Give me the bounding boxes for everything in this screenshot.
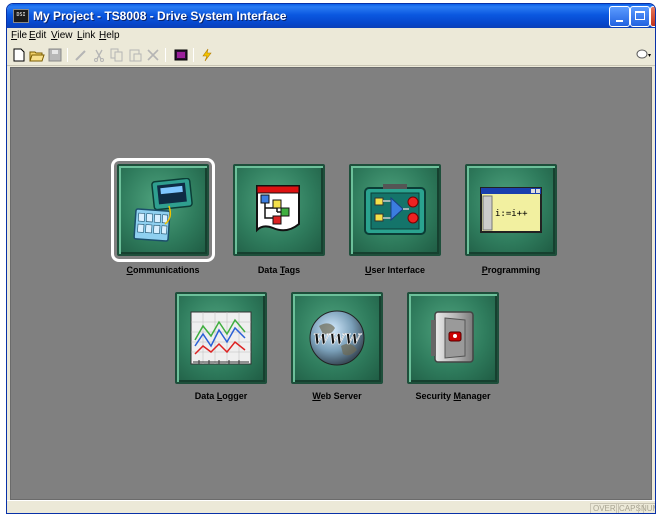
web-server-mnemonic: W bbox=[312, 391, 321, 401]
data-logger-tile[interactable] bbox=[175, 292, 267, 384]
workspace: Communications Data Tags User Interface … bbox=[10, 67, 652, 500]
user-interface-icon bbox=[364, 184, 426, 235]
new-icon bbox=[13, 48, 25, 62]
data-tags-label[interactable]: Data Tags bbox=[214, 265, 344, 275]
status-bar: OVER CAPS NUM bbox=[7, 500, 655, 513]
security-manager-mnemonic: M bbox=[453, 391, 462, 401]
comment-button[interactable] bbox=[635, 47, 653, 63]
status-num: NUM bbox=[638, 503, 655, 513]
save-icon bbox=[48, 48, 62, 62]
minimize-button[interactable] bbox=[609, 6, 630, 27]
maximize-button[interactable] bbox=[630, 6, 650, 27]
communications-tile[interactable] bbox=[111, 158, 215, 262]
new-button[interactable] bbox=[11, 47, 27, 63]
maximize-icon bbox=[635, 11, 645, 20]
user-interface-mnemonic: U bbox=[364, 265, 372, 275]
save-button[interactable] bbox=[47, 47, 63, 63]
comment-icon bbox=[636, 49, 651, 59]
close-icon: ✕ bbox=[655, 9, 656, 23]
open-button[interactable] bbox=[29, 47, 45, 63]
menu-edit[interactable]: Edit bbox=[29, 30, 46, 41]
toolbar-separator bbox=[67, 48, 68, 62]
user-interface-label[interactable]: User Interface bbox=[330, 265, 460, 275]
close-button[interactable]: ✕ bbox=[650, 6, 656, 27]
delete-button[interactable] bbox=[145, 47, 161, 63]
menu-view-mnemonic: V bbox=[51, 30, 58, 41]
programming-code-text: i:=i++ bbox=[495, 209, 528, 219]
user-interface-tile[interactable] bbox=[349, 164, 441, 256]
monitor-icon bbox=[174, 49, 188, 61]
paste-button[interactable] bbox=[127, 47, 143, 63]
edit-icon bbox=[75, 50, 86, 61]
app-window: DSI My Project - TS8008 - Drive System I… bbox=[6, 3, 656, 514]
minimize-icon bbox=[616, 20, 623, 22]
security-manager-tile[interactable] bbox=[407, 292, 499, 384]
menu-bar: File Edit View Link Help bbox=[7, 28, 655, 44]
programming-icon: i:=i++ bbox=[480, 187, 542, 233]
data-tags-mnemonic: T bbox=[279, 265, 285, 275]
app-icon[interactable]: DSI bbox=[13, 9, 29, 23]
lightning-button[interactable] bbox=[199, 47, 215, 63]
cut-button[interactable] bbox=[91, 47, 107, 63]
menu-help-mnemonic: H bbox=[99, 30, 107, 41]
toolbar bbox=[7, 44, 655, 66]
data-logger-label[interactable]: Data Logger bbox=[156, 391, 286, 401]
data-logger-mnemonic: L bbox=[216, 391, 223, 401]
web-server-icon: WWW bbox=[309, 310, 365, 366]
open-icon bbox=[29, 51, 45, 62]
web-server-tile[interactable]: WWW bbox=[291, 292, 383, 384]
menu-file[interactable]: File bbox=[11, 30, 27, 41]
delete-icon bbox=[147, 49, 159, 61]
status-over: OVER bbox=[590, 503, 619, 513]
security-manager-label[interactable]: Security Manager bbox=[388, 391, 518, 401]
window-title: My Project - TS8008 - Drive System Inter… bbox=[33, 9, 287, 23]
monitor-button[interactable] bbox=[173, 47, 189, 63]
programming-tile[interactable]: i:=i++ bbox=[465, 164, 557, 256]
programming-mnemonic: P bbox=[481, 265, 488, 275]
communications-label[interactable]: Communications bbox=[98, 265, 228, 275]
cut-icon bbox=[94, 49, 104, 62]
menu-help[interactable]: Help bbox=[99, 30, 120, 41]
communications-mnemonic: C bbox=[126, 265, 133, 275]
data-tags-tile[interactable] bbox=[233, 164, 325, 256]
menu-link[interactable]: Link bbox=[77, 30, 95, 41]
data-tags-icon bbox=[256, 185, 300, 233]
edit-button[interactable] bbox=[73, 47, 89, 63]
security-manager-icon bbox=[431, 311, 474, 363]
data-logger-icon bbox=[190, 311, 252, 365]
menu-link-mnemonic: L bbox=[77, 30, 83, 41]
title-bar[interactable]: DSI My Project - TS8008 - Drive System I… bbox=[7, 4, 655, 28]
copy-icon bbox=[110, 48, 123, 62]
globe-text: WWW bbox=[313, 332, 361, 348]
toolbar-separator bbox=[165, 48, 166, 62]
toolbar-separator bbox=[193, 48, 194, 62]
lightning-icon bbox=[202, 48, 212, 62]
communications-icon bbox=[133, 178, 193, 242]
menu-file-mnemonic: F bbox=[11, 30, 18, 41]
programming-label[interactable]: Programming bbox=[446, 265, 576, 275]
menu-edit-mnemonic: E bbox=[29, 30, 36, 41]
web-server-label[interactable]: Web Server bbox=[272, 391, 402, 401]
paste-icon bbox=[129, 49, 142, 62]
copy-button[interactable] bbox=[109, 47, 125, 63]
menu-view[interactable]: View bbox=[51, 30, 73, 41]
